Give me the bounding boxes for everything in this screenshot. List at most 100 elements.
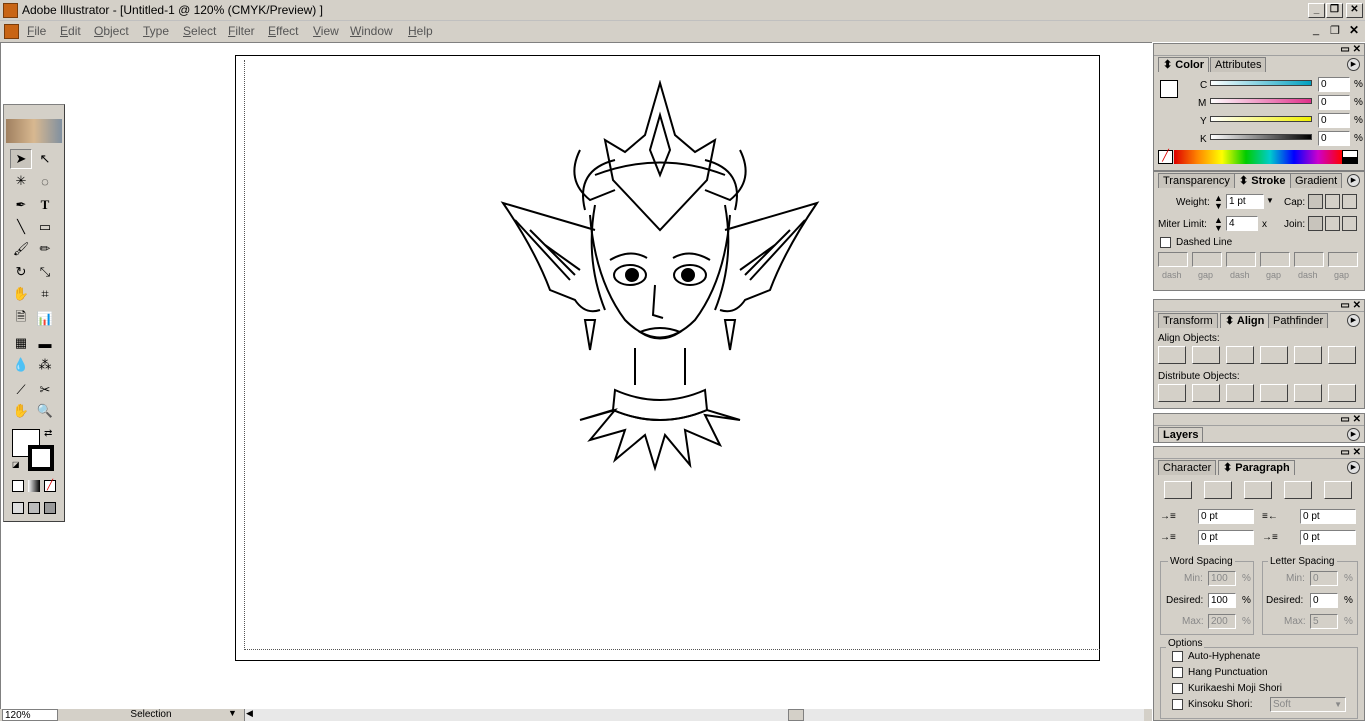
dashed-line-checkbox[interactable] bbox=[1160, 237, 1171, 248]
none-mode-button[interactable]: ╱ bbox=[44, 480, 56, 492]
magenta-slider[interactable] bbox=[1210, 98, 1312, 104]
cyan-value[interactable]: 0 bbox=[1318, 77, 1350, 92]
kurikaeshi-checkbox[interactable] bbox=[1172, 683, 1183, 694]
word-desired-input[interactable]: 100 bbox=[1208, 593, 1236, 608]
align-left-text-button[interactable] bbox=[1164, 481, 1192, 499]
rectangle-tool[interactable]: ▭ bbox=[34, 217, 56, 237]
align-right-button[interactable] bbox=[1226, 346, 1254, 364]
none-swatch[interactable]: ╱ bbox=[1158, 150, 1173, 164]
full-screen-menu-button[interactable] bbox=[28, 502, 40, 514]
swap-arrow-icon[interactable]: ⇄ bbox=[44, 428, 52, 439]
dash-input-3[interactable] bbox=[1294, 252, 1324, 267]
free-transform-tool[interactable]: ⌗ bbox=[34, 284, 56, 304]
panel-close-icon[interactable]: ▭ ✕ bbox=[1340, 300, 1361, 311]
tab-character[interactable]: Character bbox=[1158, 460, 1217, 475]
menu-view[interactable]: View bbox=[313, 24, 339, 38]
chevron-down-icon[interactable]: ▼ bbox=[228, 708, 237, 718]
right-indent-input[interactable]: 0 pt bbox=[1300, 509, 1356, 524]
rotate-tool[interactable]: ↻ bbox=[10, 262, 32, 282]
black-value[interactable]: 0 bbox=[1318, 131, 1350, 146]
distribute-right-button[interactable] bbox=[1328, 384, 1356, 402]
zoom-tool[interactable]: 🔍 bbox=[34, 401, 56, 421]
left-indent-input[interactable]: 0 pt bbox=[1198, 509, 1254, 524]
color-mode-button[interactable] bbox=[12, 480, 24, 492]
butt-cap-button[interactable] bbox=[1308, 194, 1323, 209]
align-horizontal-center-button[interactable] bbox=[1192, 346, 1220, 364]
magic-wand-tool[interactable]: ✳ bbox=[10, 171, 32, 191]
tab-paragraph[interactable]: ⬍ Paragraph bbox=[1218, 460, 1295, 475]
close-button[interactable]: ✕ bbox=[1346, 3, 1363, 18]
align-right-text-button[interactable] bbox=[1244, 481, 1272, 499]
auto-hyphenate-checkbox[interactable] bbox=[1172, 651, 1183, 662]
slice-tool[interactable]: ⟋ bbox=[10, 380, 32, 400]
first-line-indent-input[interactable]: 0 pt bbox=[1198, 530, 1254, 545]
gradient-mode-button[interactable] bbox=[28, 480, 40, 492]
black-white-swatch[interactable] bbox=[1342, 150, 1358, 164]
menu-window[interactable]: Window bbox=[350, 24, 393, 38]
status-mode-field[interactable]: Selection bbox=[62, 709, 240, 721]
gap-input-1[interactable] bbox=[1192, 252, 1222, 267]
tab-align[interactable]: ⬍ Align bbox=[1220, 313, 1270, 328]
panel-menu-button[interactable]: ▶ bbox=[1347, 314, 1360, 327]
menu-effect[interactable]: Effect bbox=[268, 24, 298, 38]
letter-min-input[interactable]: 0 bbox=[1310, 571, 1338, 586]
projecting-cap-button[interactable] bbox=[1342, 194, 1357, 209]
kinsoku-select[interactable]: Soft ▼ bbox=[1270, 697, 1346, 712]
stroke-swatch[interactable] bbox=[28, 445, 54, 471]
warp-tool[interactable]: ✋ bbox=[10, 284, 32, 304]
doc-close-button[interactable]: ✕ bbox=[1349, 23, 1359, 37]
gap-input-2[interactable] bbox=[1260, 252, 1290, 267]
blend-tool[interactable]: ⁂ bbox=[34, 355, 56, 375]
justify-all-text-button[interactable] bbox=[1324, 481, 1352, 499]
minimize-button[interactable]: _ bbox=[1308, 3, 1325, 18]
scissors-tool[interactable]: ✂ bbox=[34, 380, 56, 400]
panel-close-icon[interactable]: ▭ ✕ bbox=[1340, 414, 1361, 425]
menu-help[interactable]: Help bbox=[408, 24, 433, 38]
doc-restore-button[interactable]: ❐ bbox=[1330, 24, 1340, 37]
cyan-slider[interactable] bbox=[1210, 80, 1312, 86]
document-icon[interactable] bbox=[4, 24, 19, 39]
align-top-button[interactable] bbox=[1260, 346, 1288, 364]
miter-stepper-icon[interactable]: ▲ ▼ bbox=[1214, 216, 1223, 233]
tab-pathfinder[interactable]: Pathfinder bbox=[1268, 313, 1329, 328]
justify-text-button[interactable] bbox=[1284, 481, 1312, 499]
weight-stepper-icon[interactable]: ▲ ▼ bbox=[1214, 194, 1223, 211]
word-min-input[interactable]: 100 bbox=[1208, 571, 1236, 586]
align-left-button[interactable] bbox=[1158, 346, 1186, 364]
tab-attributes[interactable]: Attributes bbox=[1210, 57, 1267, 72]
tab-layers[interactable]: Layers bbox=[1158, 427, 1204, 442]
round-join-button[interactable] bbox=[1325, 216, 1340, 231]
distribute-bottom-button[interactable] bbox=[1226, 384, 1254, 402]
direct-selection-tool[interactable]: ↖ bbox=[34, 149, 56, 169]
lasso-tool[interactable]: ◌ bbox=[34, 171, 56, 191]
distribute-left-button[interactable] bbox=[1260, 384, 1288, 402]
standard-screen-button[interactable] bbox=[12, 502, 24, 514]
symbol-sprayer-tool[interactable]: 🗎 bbox=[10, 309, 32, 329]
distribute-horizontal-center-button[interactable] bbox=[1294, 384, 1322, 402]
space-before-input[interactable]: 0 pt bbox=[1300, 530, 1356, 545]
round-cap-button[interactable] bbox=[1325, 194, 1340, 209]
align-bottom-button[interactable] bbox=[1328, 346, 1356, 364]
dash-input-2[interactable] bbox=[1226, 252, 1256, 267]
panel-menu-button[interactable]: ▶ bbox=[1347, 58, 1360, 71]
miter-join-button[interactable] bbox=[1308, 216, 1323, 231]
panel-menu-button[interactable]: ▶ bbox=[1347, 174, 1360, 187]
selection-tool[interactable]: ➤ bbox=[10, 149, 32, 169]
scroll-left-icon[interactable]: ◀ bbox=[246, 708, 253, 719]
distribute-vertical-center-button[interactable] bbox=[1192, 384, 1220, 402]
menu-object[interactable]: Object bbox=[94, 24, 129, 38]
letter-desired-input[interactable]: 0 bbox=[1310, 593, 1338, 608]
doc-minimize-button[interactable]: _ bbox=[1313, 24, 1319, 36]
panel-menu-button[interactable]: ▶ bbox=[1347, 428, 1360, 441]
panel-close-icon[interactable]: ▭ ✕ bbox=[1340, 44, 1361, 55]
eyedropper-tool[interactable]: 💧 bbox=[10, 355, 32, 375]
kinsoku-checkbox[interactable] bbox=[1172, 699, 1183, 710]
align-center-text-button[interactable] bbox=[1204, 481, 1232, 499]
gradient-tool[interactable]: ▬ bbox=[34, 333, 56, 353]
graph-tool[interactable]: 📊 bbox=[34, 309, 56, 329]
bevel-join-button[interactable] bbox=[1342, 216, 1357, 231]
word-max-input[interactable]: 200 bbox=[1208, 614, 1236, 629]
panel-close-icon[interactable]: ▭ ✕ bbox=[1340, 447, 1361, 458]
pen-tool[interactable]: ✒ bbox=[10, 195, 32, 215]
hang-punctuation-checkbox[interactable] bbox=[1172, 667, 1183, 678]
